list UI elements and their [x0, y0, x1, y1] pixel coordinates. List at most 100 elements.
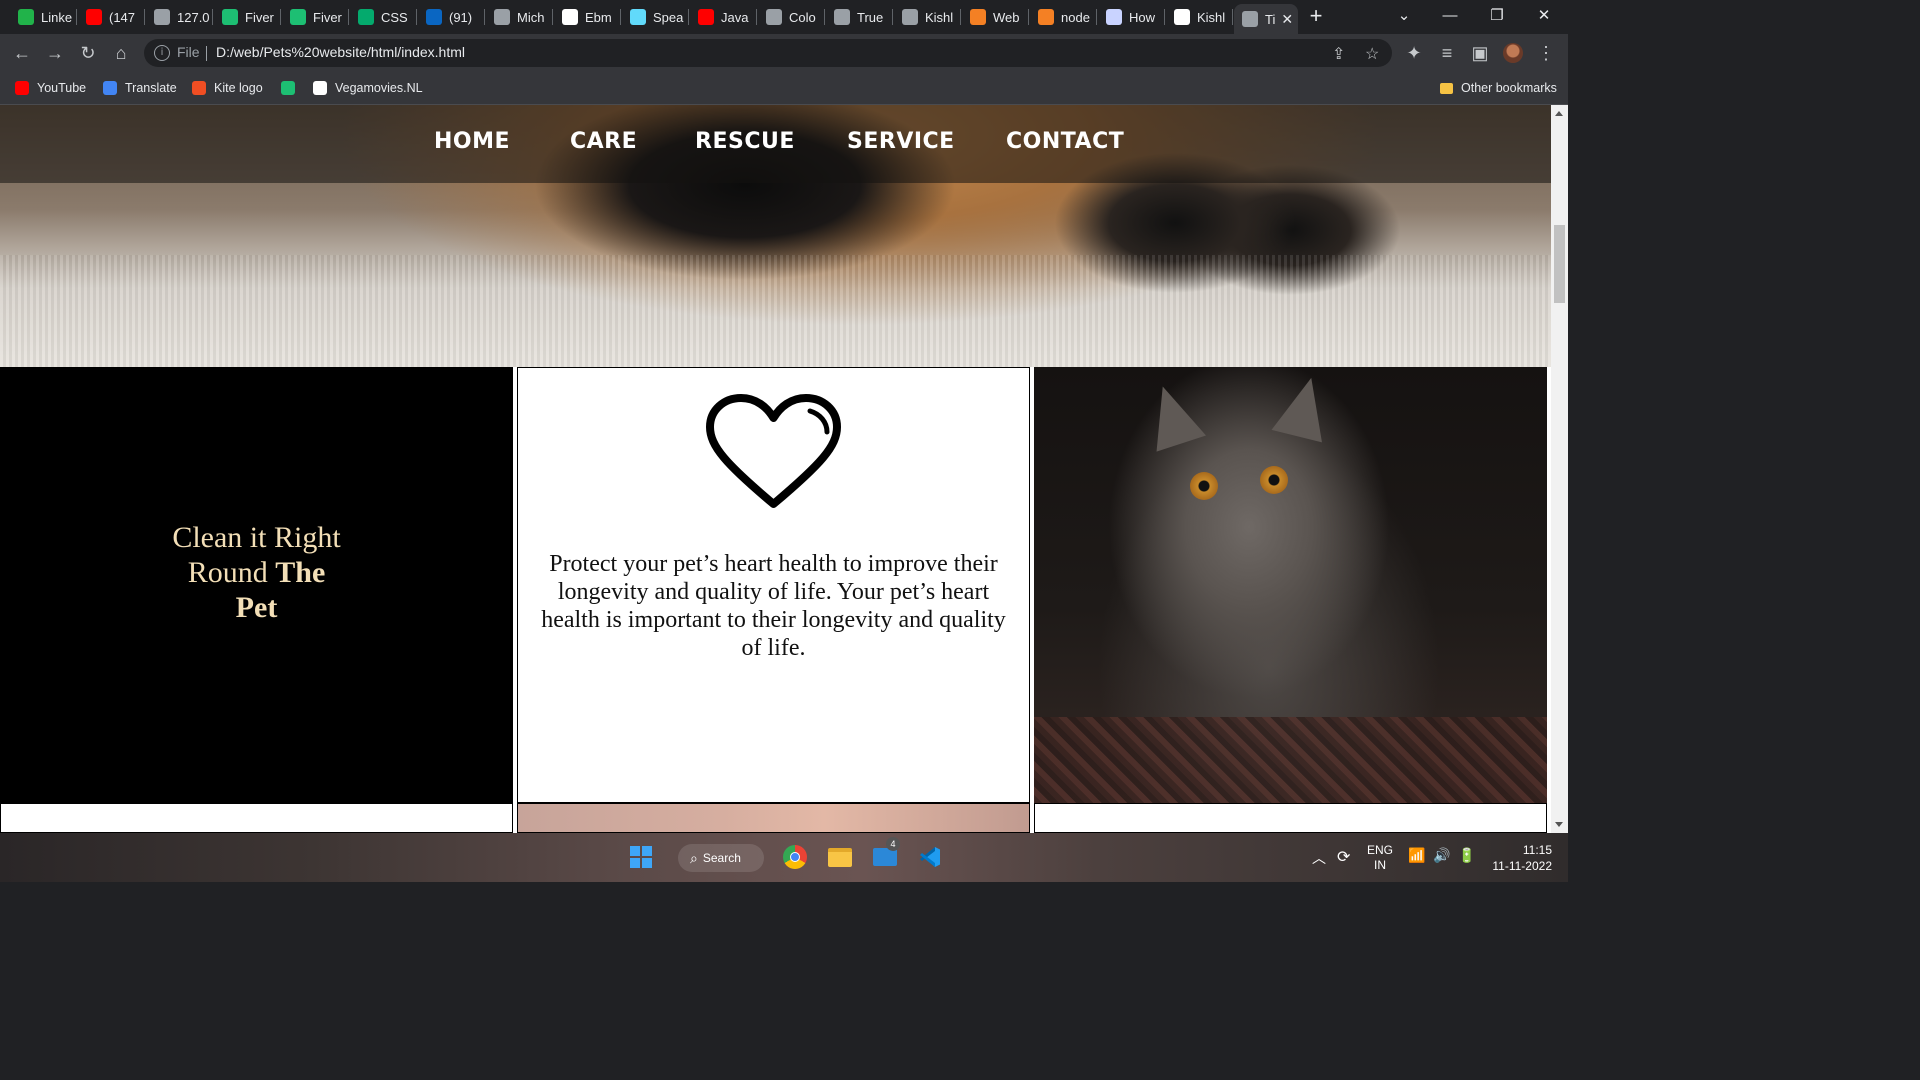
browser-tab[interactable]: Ebm — [554, 4, 621, 30]
other-bookmarks[interactable]: Other bookmarks — [1438, 79, 1557, 97]
browser-tab[interactable]: Fiver — [282, 4, 349, 30]
youtube-icon — [698, 9, 714, 25]
browser-tab[interactable]: Kishl — [894, 4, 961, 30]
browser-tab[interactable]: Java — [690, 4, 757, 30]
bookmark-item[interactable] — [280, 79, 303, 97]
address-bar[interactable]: i File D:/web/Pets%20website/html/index.… — [144, 39, 1392, 67]
file-explorer-icon[interactable] — [825, 842, 855, 872]
minimize-button[interactable]: — — [1430, 4, 1470, 28]
scroll-thumb[interactable] — [1554, 225, 1565, 303]
tab-label: (147 — [109, 9, 136, 25]
wifi-icon[interactable]: 📶 — [1408, 847, 1425, 864]
card-cat-image — [1034, 367, 1547, 803]
tab-label: Kishl — [925, 9, 954, 25]
tab-label: Linke — [41, 9, 73, 25]
bookmark-star-icon[interactable]: ☆ — [1365, 44, 1379, 64]
react-icon — [630, 9, 646, 25]
reload-icon[interactable]: ↻ — [75, 40, 101, 66]
tab-search-icon[interactable]: ⌄ — [1384, 4, 1424, 28]
browser-tab[interactable]: (147 — [78, 4, 145, 30]
globe-icon — [154, 9, 170, 25]
bookmark-label: Translate — [125, 81, 177, 95]
browser-tab[interactable]: Mich — [486, 4, 553, 30]
taskbar-search[interactable]: ⌕ Search — [678, 844, 764, 872]
globe-icon — [834, 9, 850, 25]
browser-tab[interactable]: (91) — [418, 4, 485, 30]
fiverr-icon — [280, 80, 296, 96]
card-heart-health: Protect your pet’s heart health to impro… — [517, 367, 1030, 803]
share-icon[interactable]: ⇪ — [1332, 44, 1345, 64]
browser-tab[interactable]: Web — [962, 4, 1029, 30]
nav-home[interactable]: HOME — [434, 129, 510, 154]
tab-separator — [76, 9, 77, 25]
home-icon[interactable]: ⌂ — [108, 40, 134, 66]
battery-icon[interactable]: 🔋 — [1458, 847, 1475, 864]
windows-taskbar: ⌕ Search 4 ︿ ⟳ ENG IN 📶 🔊 🔋 11:15 11-11-… — [0, 833, 1568, 882]
sync-icon[interactable]: ⟳ — [1337, 847, 1350, 867]
tray-overflow-icon[interactable]: ︿ — [1312, 848, 1326, 868]
browser-tab[interactable]: Fiver — [214, 4, 281, 30]
nav-service[interactable]: SERVICE — [847, 129, 955, 154]
tab-separator — [1028, 9, 1029, 25]
arc-icon — [1106, 9, 1122, 25]
bookmark-label: Vegamovies.NL — [335, 81, 423, 95]
clock[interactable]: 11:15 11-11-2022 — [1488, 842, 1552, 874]
card-title-line2a: Round — [187, 556, 276, 589]
mail-icon[interactable]: 4 — [870, 837, 900, 872]
nav-care[interactable]: CARE — [570, 129, 637, 154]
chrome-icon[interactable] — [780, 842, 810, 872]
restore-button[interactable]: ❐ — [1477, 4, 1517, 28]
fiverr-icon — [290, 9, 306, 25]
volume-icon[interactable]: 🔊 — [1433, 847, 1450, 864]
browser-tab[interactable]: Ti ✕ — [1234, 4, 1298, 34]
scroll-up-arrow[interactable] — [1555, 111, 1563, 116]
tab-label: Java — [721, 9, 749, 25]
new-tab-button[interactable]: + — [1306, 5, 1326, 28]
profile-avatar[interactable] — [1500, 40, 1526, 66]
bookmark-item[interactable]: Translate — [102, 79, 177, 97]
linkedin-green-icon — [18, 9, 34, 25]
bookmark-item[interactable]: Kite logo — [191, 79, 263, 97]
browser-tab[interactable]: Spea — [622, 4, 689, 30]
tab-label: Fiver — [245, 9, 274, 25]
back-icon[interactable]: ← — [9, 40, 35, 66]
tab-separator — [960, 9, 961, 25]
bookmark-item[interactable]: Vegamovies.NL — [312, 79, 423, 97]
tab-separator — [144, 9, 145, 25]
cat-eye-left — [1190, 472, 1218, 500]
browser-tab[interactable]: True — [826, 4, 893, 30]
search-icon: ⌕ — [690, 849, 698, 866]
url-text[interactable]: D:/web/Pets%20website/html/index.html — [216, 44, 465, 60]
vscode-icon[interactable] — [915, 842, 945, 872]
close-window-button[interactable]: ✕ — [1524, 4, 1564, 28]
page-viewport: HOME CARE RESCUE SERVICE CONTACT Clean i… — [0, 105, 1551, 833]
browser-tab[interactable]: node — [1030, 4, 1097, 30]
folder-icon — [1438, 80, 1454, 96]
browser-tab[interactable]: CSS — [350, 4, 417, 30]
bookmark-label: YouTube — [37, 81, 87, 95]
site-info-icon[interactable]: i — [154, 45, 170, 61]
browser-tab[interactable]: Linke — [10, 4, 77, 30]
close-tab-icon[interactable]: ✕ — [1281, 11, 1293, 28]
language-indicator[interactable]: ENG IN — [1364, 843, 1396, 873]
browser-tab[interactable]: Colo — [758, 4, 825, 30]
forward-icon[interactable]: → — [42, 40, 68, 66]
browser-tab[interactable]: Kishl — [1166, 4, 1233, 30]
menu-icon[interactable]: ⋮ — [1533, 40, 1559, 66]
other-bookmarks-label: Other bookmarks — [1461, 81, 1557, 95]
extensions-icon[interactable]: ✦ — [1401, 40, 1427, 66]
tab-separator — [688, 9, 689, 25]
media-control-icon[interactable]: ≡ — [1434, 40, 1460, 66]
tab-separator — [1232, 9, 1233, 25]
nav-rescue[interactable]: RESCUE — [695, 129, 795, 154]
browser-tab[interactable]: How — [1098, 4, 1165, 30]
windows-start-icon[interactable] — [626, 842, 656, 872]
browser-tab[interactable]: 127.0 — [146, 4, 213, 30]
side-panel-icon[interactable]: ▣ — [1467, 40, 1493, 66]
bookmark-item[interactable]: YouTube — [14, 79, 86, 97]
scroll-down-arrow[interactable] — [1555, 822, 1563, 827]
nav-contact[interactable]: CONTACT — [1006, 129, 1124, 154]
url-divider — [206, 46, 207, 61]
page-scrollbar[interactable] — [1551, 105, 1568, 833]
language-label: ENG — [1366, 843, 1393, 857]
